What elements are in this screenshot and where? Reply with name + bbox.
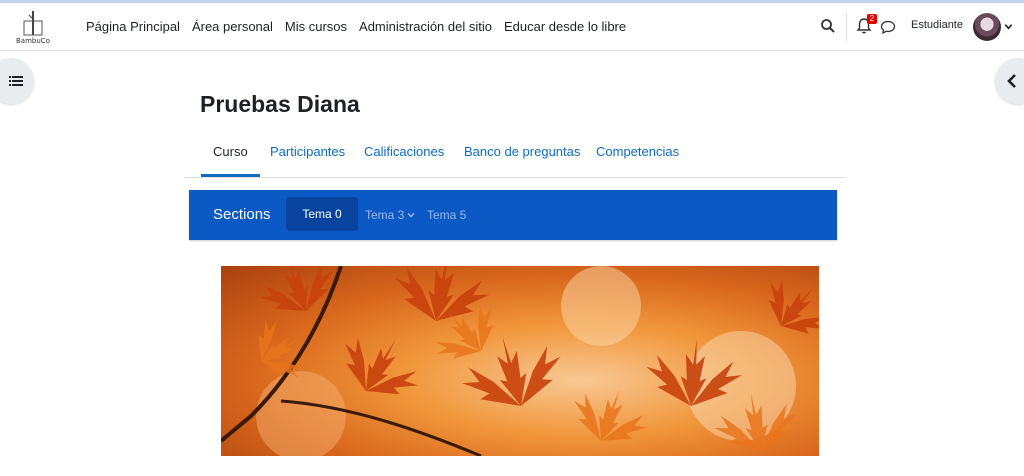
tab-banco-de-preguntas[interactable]: Banco de preguntas: [452, 130, 592, 174]
tab-competencias[interactable]: Competencias: [584, 130, 691, 174]
course-banner-image: [221, 266, 819, 456]
maple-leaves-illustration: [221, 266, 819, 456]
nav-item-administracion[interactable]: Administración del sitio: [359, 19, 492, 34]
nav-item-area-personal[interactable]: Área personal: [192, 19, 273, 34]
section-tab-tema-3[interactable]: Tema 3: [365, 208, 404, 222]
section-tab-tema-0[interactable]: Tema 0: [286, 197, 358, 231]
tab-participantes[interactable]: Participantes: [258, 130, 357, 174]
course-index-toggle-button[interactable]: [0, 58, 34, 104]
avatar[interactable]: [973, 13, 1001, 41]
sections-navigation-bar: Sections Tema 0 Tema 3 Tema 5: [189, 190, 837, 240]
tab-curso[interactable]: Curso: [201, 130, 260, 177]
chevron-down-icon[interactable]: [407, 211, 415, 219]
tab-calificaciones[interactable]: Calificaciones: [352, 130, 456, 174]
section-tab-tema-5[interactable]: Tema 5: [427, 208, 466, 222]
top-navbar: BambuCo Página Principal Área personal M…: [0, 3, 1024, 51]
search-icon[interactable]: [820, 18, 836, 34]
page-title: Pruebas Diana: [200, 91, 360, 117]
chevron-left-icon: [1007, 74, 1016, 88]
user-name[interactable]: Estudiante: [911, 19, 963, 31]
chat-icon[interactable]: [880, 19, 896, 35]
nav-item-pagina-principal[interactable]: Página Principal: [86, 19, 180, 34]
navbar-divider: [846, 13, 847, 41]
list-icon: [9, 76, 23, 86]
notification-count-badge: 2: [867, 14, 877, 24]
logo-text: BambuCo: [16, 37, 50, 45]
nav-item-educar-desde-lo-libre[interactable]: Educar desde lo libre: [504, 19, 626, 34]
logo-icon: [23, 11, 43, 36]
site-logo[interactable]: BambuCo: [12, 9, 54, 45]
block-drawer-toggle-button[interactable]: [995, 58, 1024, 104]
sections-title: Sections: [213, 206, 271, 223]
primary-navigation: Página Principal Área personal Mis curso…: [80, 3, 632, 50]
chevron-down-icon[interactable]: [1004, 22, 1013, 31]
course-secondary-navigation: Curso Participantes Calificaciones Banco…: [184, 130, 846, 178]
nav-item-mis-cursos[interactable]: Mis cursos: [285, 19, 347, 34]
